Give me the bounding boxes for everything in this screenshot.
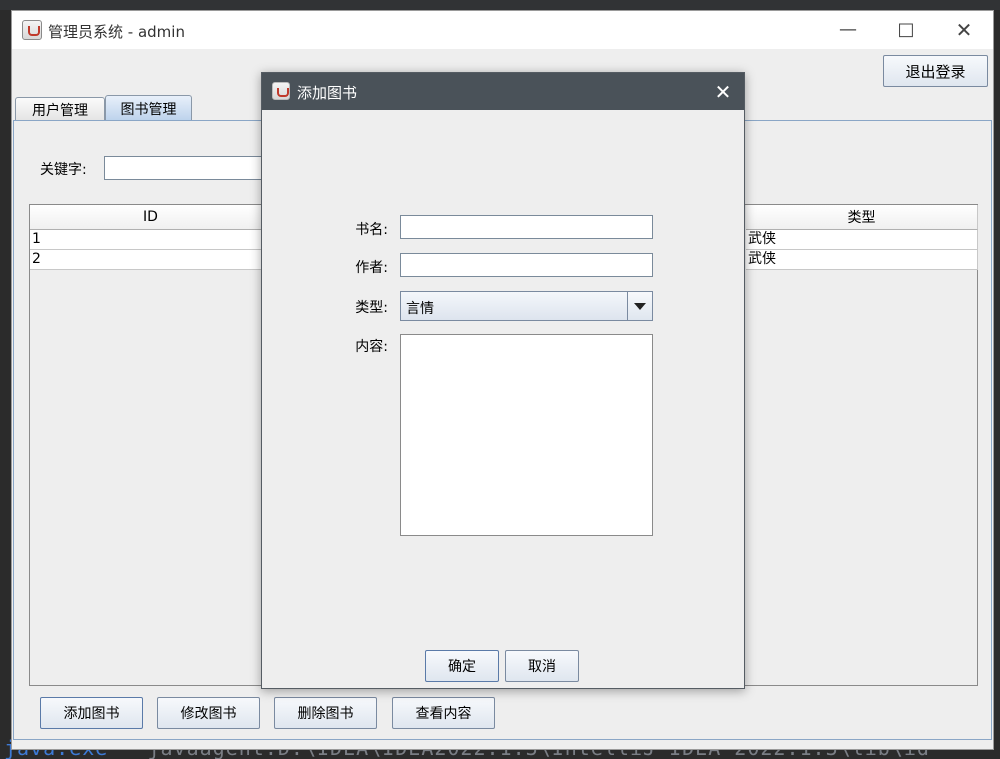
dialog-close-icon[interactable]: ✕ bbox=[710, 79, 736, 105]
keyword-input[interactable] bbox=[104, 156, 274, 180]
book-name-input[interactable] bbox=[400, 215, 653, 239]
content-label: 内容: bbox=[355, 339, 388, 355]
table-row-type-cell[interactable]: 武侠 bbox=[746, 230, 978, 250]
type-select[interactable]: 言情 bbox=[400, 291, 653, 321]
maximize-icon[interactable]: □ bbox=[886, 17, 926, 43]
table-row-id-cell[interactable]: 1 bbox=[30, 230, 272, 250]
view-content-button[interactable]: 查看内容 bbox=[392, 697, 495, 729]
table-row-type-cell[interactable]: 武侠 bbox=[746, 250, 978, 270]
table-row-id-cell[interactable]: 2 bbox=[30, 250, 272, 270]
type-selected-value: 言情 bbox=[406, 301, 434, 317]
author-input[interactable] bbox=[400, 253, 653, 277]
column-header-id[interactable]: ID bbox=[30, 205, 272, 230]
main-titlebar: 管理员系统 - admin — □ ✕ bbox=[12, 11, 993, 49]
tab-user-management[interactable]: 用户管理 bbox=[15, 97, 105, 121]
java-app-icon bbox=[22, 20, 42, 40]
tab-book-management[interactable]: 图书管理 bbox=[105, 95, 192, 121]
keyword-label: 关键字: bbox=[40, 162, 87, 178]
author-label: 作者: bbox=[355, 260, 388, 276]
delete-book-button[interactable]: 删除图书 bbox=[274, 697, 377, 729]
edit-book-button[interactable]: 修改图书 bbox=[157, 697, 260, 729]
dialog-title: 添加图书 bbox=[297, 84, 358, 102]
add-book-button[interactable]: 添加图书 bbox=[40, 697, 143, 729]
logout-button[interactable]: 退出登录 bbox=[883, 55, 988, 87]
java-app-icon bbox=[272, 82, 290, 100]
cancel-button[interactable]: 取消 bbox=[505, 650, 579, 682]
type-label: 类型: bbox=[355, 300, 388, 316]
chevron-down-icon[interactable] bbox=[627, 292, 652, 320]
book-name-label: 书名: bbox=[355, 222, 388, 238]
content-textarea[interactable] bbox=[400, 334, 653, 536]
add-book-dialog: 添加图书 ✕ 书名: 作者: 类型: 言情 内容: 确定 取消 bbox=[261, 72, 745, 689]
window-title: 管理员系统 - admin bbox=[48, 23, 185, 41]
close-icon[interactable]: ✕ bbox=[944, 17, 984, 43]
dialog-titlebar: 添加图书 ✕ bbox=[262, 73, 744, 110]
column-header-type[interactable]: 类型 bbox=[746, 205, 978, 230]
minimize-icon[interactable]: — bbox=[828, 17, 868, 43]
ide-background-top bbox=[0, 0, 1000, 10]
confirm-button[interactable]: 确定 bbox=[425, 650, 499, 682]
